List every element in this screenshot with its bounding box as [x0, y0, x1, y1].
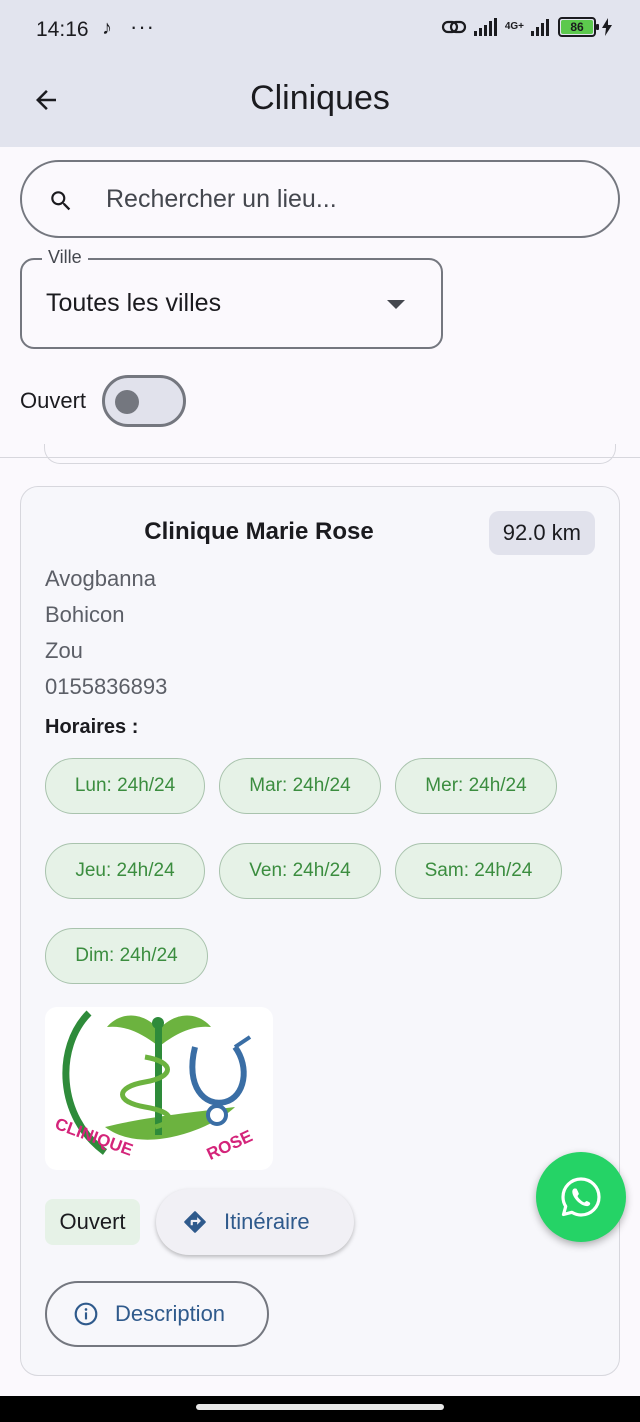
battery-level: 86 [570, 20, 584, 34]
status-icons: 4G+ 86 [441, 17, 612, 37]
dropdown-arrow-icon [387, 300, 405, 309]
info-icon [74, 1302, 98, 1326]
link-icon [441, 20, 466, 34]
distance-badge: 92.0 km [488, 511, 595, 555]
clinic-departement: Zou [45, 638, 83, 663]
home-gesture-handle[interactable] [196, 1404, 444, 1410]
app-bar: Cliniques [0, 60, 640, 147]
horaire-chip-jeu: Jeu: 24h/24 [45, 843, 205, 899]
horaire-chip-mer: Mer: 24h/24 [395, 758, 557, 814]
charging-icon [602, 18, 612, 36]
status-bar: 14:16 ♪ ··· 4G+ 86 [0, 0, 640, 60]
more-notifications-icon: ··· [130, 14, 155, 39]
horaire-chip-ven: Ven: 24h/24 [219, 843, 381, 899]
open-filter-switch[interactable] [102, 375, 187, 427]
search-field[interactable] [20, 160, 620, 238]
horaires-label: Horaires : [45, 716, 139, 738]
whatsapp-button[interactable] [536, 1152, 626, 1242]
ville-dropdown[interactable]: Ville Toutes les villes [20, 247, 443, 349]
page-title: Cliniques [250, 79, 390, 117]
horaire-chip-sam: Sam: 24h/24 [395, 843, 562, 899]
description-button[interactable]: Description [45, 1281, 269, 1347]
battery-icon: 86 [558, 17, 599, 37]
switch-knob [115, 390, 140, 414]
open-filter-label: Ouvert [20, 388, 87, 413]
ville-selected-value: Toutes les villes [46, 289, 222, 317]
clinic-card: Clinique Marie Rose 92.0 km Avogbanna Bo… [20, 486, 620, 1376]
itinerary-button[interactable]: Itinéraire [156, 1189, 354, 1255]
search-icon [51, 191, 71, 211]
clinic-logo: CLINIQUE ROSE [45, 1007, 273, 1170]
divider [0, 457, 640, 458]
tiktok-icon: ♪ [102, 17, 112, 39]
clinic-name: Clinique Marie Rose [144, 518, 374, 545]
svg-text:ROSE: ROSE [204, 1126, 256, 1164]
clinic-logo-image: CLINIQUE ROSE [53, 1010, 256, 1164]
signal-icon [473, 18, 497, 36]
open-filter-row: Ouvert [20, 374, 187, 428]
clinic-phone[interactable]: 0155836893 [45, 674, 167, 700]
directions-icon [184, 1211, 206, 1233]
clinic-ville: Bohicon [45, 602, 125, 627]
signal-icon-2 [531, 19, 549, 36]
whatsapp-icon [561, 1177, 601, 1217]
previous-card-edge [44, 444, 616, 464]
svg-text:CLINIQUE: CLINIQUE [53, 1114, 136, 1160]
horaire-chip-lun: Lun: 24h/24 [45, 758, 205, 814]
clinic-quartier: Avogbanna [45, 566, 156, 591]
status-time: 14:16 [36, 18, 89, 41]
itinerary-label: Itinéraire [224, 1209, 310, 1234]
network-type: 4G+ [504, 21, 524, 32]
description-label: Description [115, 1301, 226, 1326]
ville-label: Ville [42, 247, 88, 268]
horaire-chip-mar: Mar: 24h/24 [219, 758, 381, 814]
status-badge: Ouvert [45, 1199, 140, 1245]
horaire-chip-dim: Dim: 24h/24 [45, 928, 208, 984]
search-input[interactable] [106, 162, 586, 236]
system-nav-bar [0, 1396, 640, 1422]
